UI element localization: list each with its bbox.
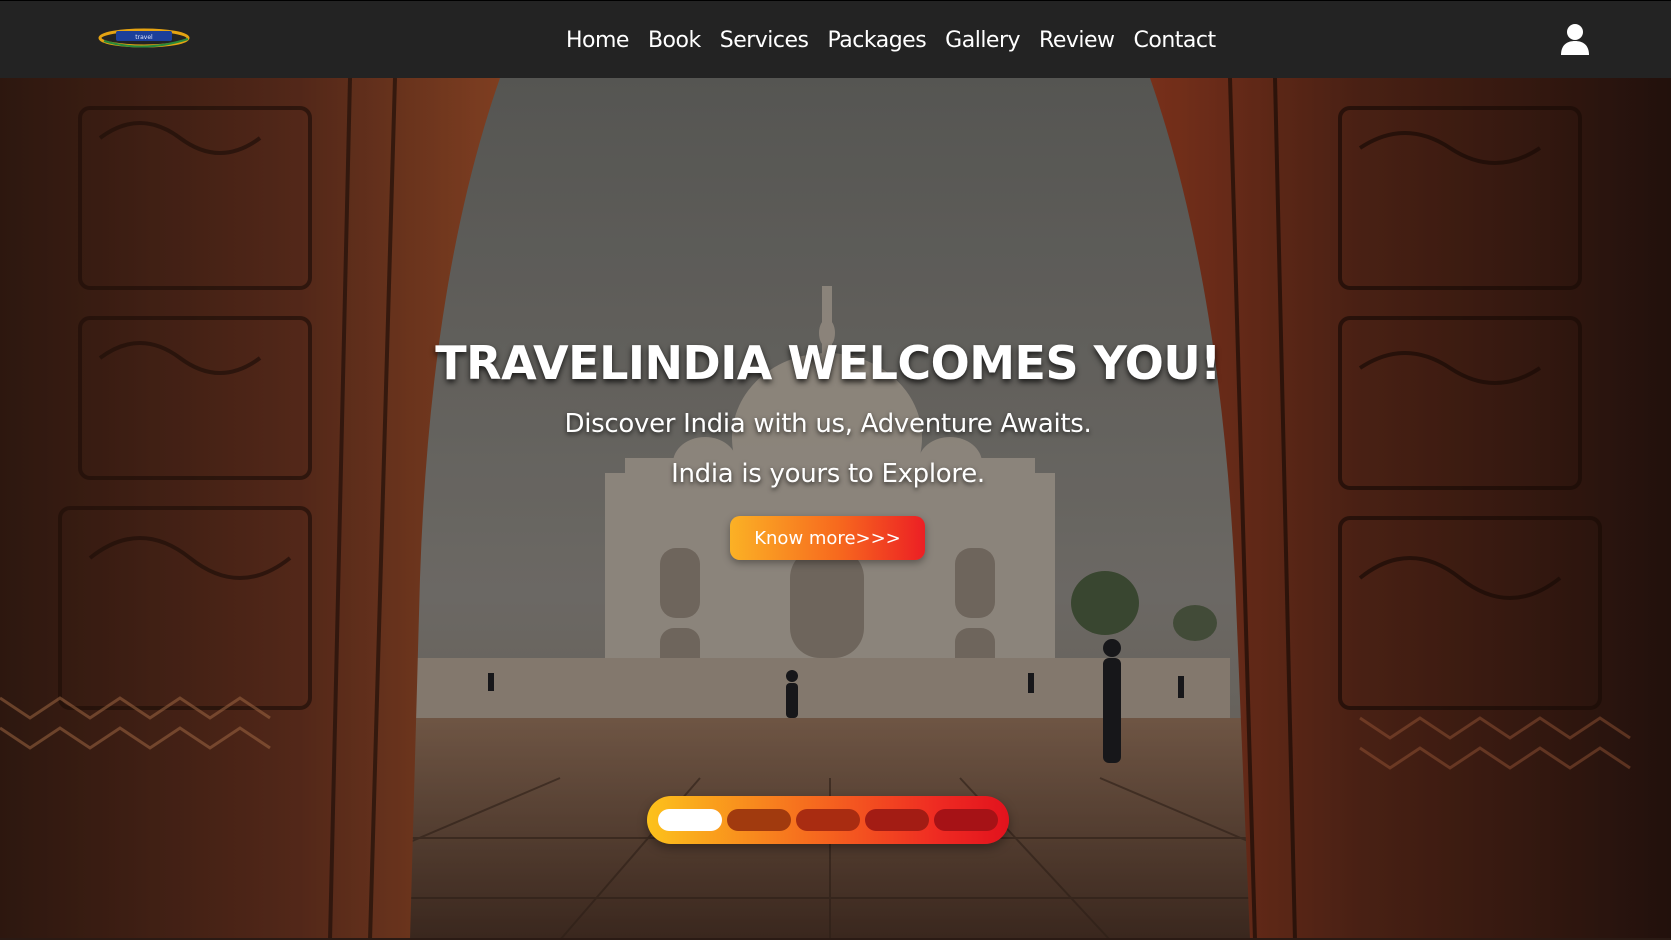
nav-link-book[interactable]: Book — [648, 28, 701, 53]
slide-dot-4[interactable] — [865, 809, 929, 831]
slide-dot-5[interactable] — [934, 809, 998, 831]
nav-link-packages[interactable]: Packages — [828, 28, 927, 53]
slider-pagination — [647, 796, 1009, 844]
main-navigation: Home Book Services Packages Gallery Revi… — [566, 1, 1235, 79]
nav-link-review[interactable]: Review — [1039, 28, 1115, 53]
hero-title: TRAVELINDIA WELCOMES YOU! — [435, 336, 1221, 390]
slide-dot-2[interactable] — [727, 809, 791, 831]
nav-link-home[interactable]: Home — [566, 28, 629, 53]
hero-subtitle-secondary: India is yours to Explore. — [671, 459, 985, 489]
hero-subtitle-primary: Discover India with us, Adventure Awaits… — [564, 409, 1092, 439]
slide-dot-1[interactable] — [658, 809, 722, 831]
nav-link-contact[interactable]: Contact — [1134, 28, 1217, 53]
brand-logo[interactable]: travel — [98, 23, 194, 53]
know-more-button[interactable]: Know more>>> — [730, 516, 925, 560]
user-icon[interactable] — [1560, 23, 1590, 55]
nav-link-gallery[interactable]: Gallery — [945, 28, 1020, 53]
svg-text:travel: travel — [135, 34, 153, 41]
hero-section: TRAVELINDIA WELCOMES YOU! Discover India… — [0, 78, 1671, 940]
slide-dot-3[interactable] — [796, 809, 860, 831]
navbar: travel Home Book Services Packages Galle… — [0, 0, 1671, 78]
nav-link-services[interactable]: Services — [720, 28, 809, 53]
